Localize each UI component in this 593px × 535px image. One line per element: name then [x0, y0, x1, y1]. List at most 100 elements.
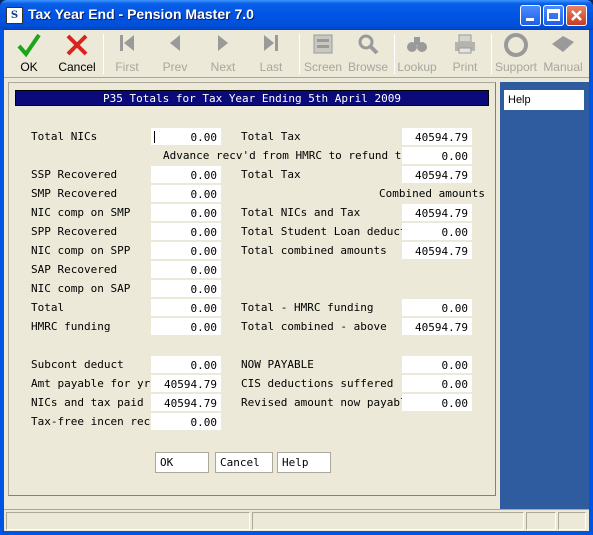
- field-total-nics-tax[interactable]: 40594.79: [402, 204, 472, 221]
- field-total-hmrc-funding[interactable]: 0.00: [402, 299, 472, 316]
- cancel-button[interactable]: Cancel: [215, 452, 273, 473]
- title-bar[interactable]: S Tax Year End - Pension Master 7.0: [0, 0, 593, 30]
- label-sap-recovered: SAP Recovered: [31, 263, 118, 276]
- label-total-nics: Total NICs: [31, 130, 98, 143]
- screen-tool-button[interactable]: Screen: [300, 32, 346, 76]
- label-combined-amounts: Combined amounts: [379, 187, 485, 200]
- status-pane: [6, 512, 250, 530]
- label-now-payable: NOW PAYABLE: [241, 358, 314, 371]
- field-nic-comp-sap[interactable]: 0.00: [151, 280, 221, 297]
- label-total-tax-2: Total Tax: [241, 168, 301, 181]
- field-subcont-deduct[interactable]: 0.00: [151, 356, 221, 373]
- label-hmrc-funding: HMRC funding: [31, 320, 111, 333]
- ok-button[interactable]: OK: [155, 452, 209, 473]
- field-value: 0.00: [190, 131, 218, 144]
- field-now-payable[interactable]: 0.00: [402, 356, 472, 373]
- print-tool-label: Print: [452, 60, 478, 74]
- label-total-combined-above: Total combined - above: [241, 320, 387, 333]
- label-revised-amount: Revised amount now payable: [241, 396, 414, 409]
- support-tool-label: Support: [494, 60, 538, 74]
- print-tool-button[interactable]: Print: [442, 32, 488, 76]
- cancel-tool-button[interactable]: Cancel: [54, 32, 100, 76]
- label-advance-recvd: Advance recv'd from HMRC to refund tax: [163, 149, 415, 162]
- form-header: P35 Totals for Tax Year Ending 5th April…: [15, 90, 489, 106]
- cross-icon: [54, 32, 100, 60]
- status-pane: [252, 512, 524, 530]
- field-revised-amount[interactable]: 0.00: [402, 394, 472, 411]
- label-total-nics-tax: Total NICs and Tax: [241, 206, 361, 219]
- last-tool-button[interactable]: Last: [248, 32, 294, 76]
- screen-tool-label: Screen: [303, 60, 343, 74]
- minimize-icon: [526, 18, 534, 21]
- minimize-button[interactable]: [520, 5, 541, 26]
- field-nic-comp-spp[interactable]: 0.00: [151, 242, 221, 259]
- field-total[interactable]: 0.00: [151, 299, 221, 316]
- label-total-combined: Total combined amounts: [241, 244, 387, 257]
- book-icon: [540, 32, 586, 60]
- field-spp-recovered[interactable]: 0.00: [151, 223, 221, 240]
- maximize-button[interactable]: [543, 5, 564, 26]
- field-sap-recovered[interactable]: 0.00: [151, 261, 221, 278]
- maximize-icon: [547, 9, 560, 21]
- label-amt-payable: Amt payable for yr: [31, 377, 151, 390]
- manual-tool-button[interactable]: Manual: [540, 32, 586, 76]
- p35-form-panel: P35 Totals for Tax Year Ending 5th April…: [8, 82, 496, 496]
- prev-tool-button[interactable]: Prev: [152, 32, 198, 76]
- field-ssp-recovered[interactable]: 0.00: [151, 166, 221, 183]
- label-nic-comp-sap: NIC comp on SAP: [31, 282, 131, 295]
- status-bar: [4, 509, 589, 531]
- manual-tool-label: Manual: [543, 60, 583, 74]
- field-cis-deductions[interactable]: 0.00: [402, 375, 472, 392]
- client-area: OK Cancel First Prev Next Last Screen Br…: [4, 30, 589, 531]
- browse-tool-button[interactable]: Browse: [345, 32, 391, 76]
- binoculars-icon: [394, 32, 440, 60]
- label-total-tax: Total Tax: [241, 130, 301, 143]
- app-window: S Tax Year End - Pension Master 7.0 OK C…: [0, 0, 593, 535]
- label-cis-deductions: CIS deductions suffered: [241, 377, 394, 390]
- label-nic-comp-spp: NIC comp on SPP: [31, 244, 131, 257]
- close-button[interactable]: [566, 5, 587, 26]
- browse-tool-label: Browse: [347, 60, 388, 74]
- app-icon[interactable]: S: [6, 7, 23, 24]
- label-smp-recovered: SMP Recovered: [31, 187, 118, 200]
- first-tool-label: First: [115, 60, 139, 74]
- field-total-combined-above[interactable]: 40594.79: [402, 318, 472, 335]
- prev-record-icon: [152, 32, 198, 60]
- last-tool-label: Last: [259, 60, 283, 74]
- field-tax-free-incen[interactable]: 0.00: [151, 413, 221, 430]
- help-button[interactable]: Help: [277, 452, 331, 473]
- field-amt-payable[interactable]: 40594.79: [151, 375, 221, 392]
- ok-tool-button[interactable]: OK: [6, 32, 52, 76]
- field-nic-comp-smp[interactable]: 0.00: [151, 204, 221, 221]
- lookup-tool-label: Lookup: [397, 60, 437, 74]
- status-pane: [526, 512, 556, 530]
- field-advance-recvd[interactable]: 0.00: [402, 147, 472, 164]
- label-student-loan: Total Student Loan deduct: [241, 225, 407, 238]
- first-tool-button[interactable]: First: [104, 32, 150, 76]
- ok-tool-label: OK: [20, 60, 38, 74]
- last-record-icon: [248, 32, 294, 60]
- label-nic-comp-smp: NIC comp on SMP: [31, 206, 131, 219]
- field-total-tax-2[interactable]: 40594.79: [402, 166, 472, 183]
- field-student-loan[interactable]: 0.00: [402, 223, 472, 240]
- text-cursor: [154, 131, 155, 143]
- field-total-tax[interactable]: 40594.79: [402, 128, 472, 145]
- field-total-combined[interactable]: 40594.79: [402, 242, 472, 259]
- label-spp-recovered: SPP Recovered: [31, 225, 118, 238]
- next-tool-label: Next: [210, 60, 236, 74]
- lookup-tool-button[interactable]: Lookup: [394, 32, 440, 76]
- field-total-nics[interactable]: 0.00: [151, 128, 221, 145]
- label-total: Total: [31, 301, 65, 314]
- field-hmrc-funding[interactable]: 0.00: [151, 318, 221, 335]
- label-tax-free-incen: Tax-free incen rec: [31, 415, 151, 428]
- help-side-panel: Help: [500, 82, 589, 510]
- status-pane: [558, 512, 586, 530]
- field-nics-tax-paid[interactable]: 40594.79: [151, 394, 221, 411]
- field-smp-recovered[interactable]: 0.00: [151, 185, 221, 202]
- next-tool-button[interactable]: Next: [200, 32, 246, 76]
- checkmark-icon: [6, 32, 52, 60]
- label-total-hmrc-funding: Total - HMRC funding: [241, 301, 374, 314]
- support-tool-button[interactable]: Support: [493, 32, 539, 76]
- printer-icon: [442, 32, 488, 60]
- magnifier-icon: [345, 32, 391, 60]
